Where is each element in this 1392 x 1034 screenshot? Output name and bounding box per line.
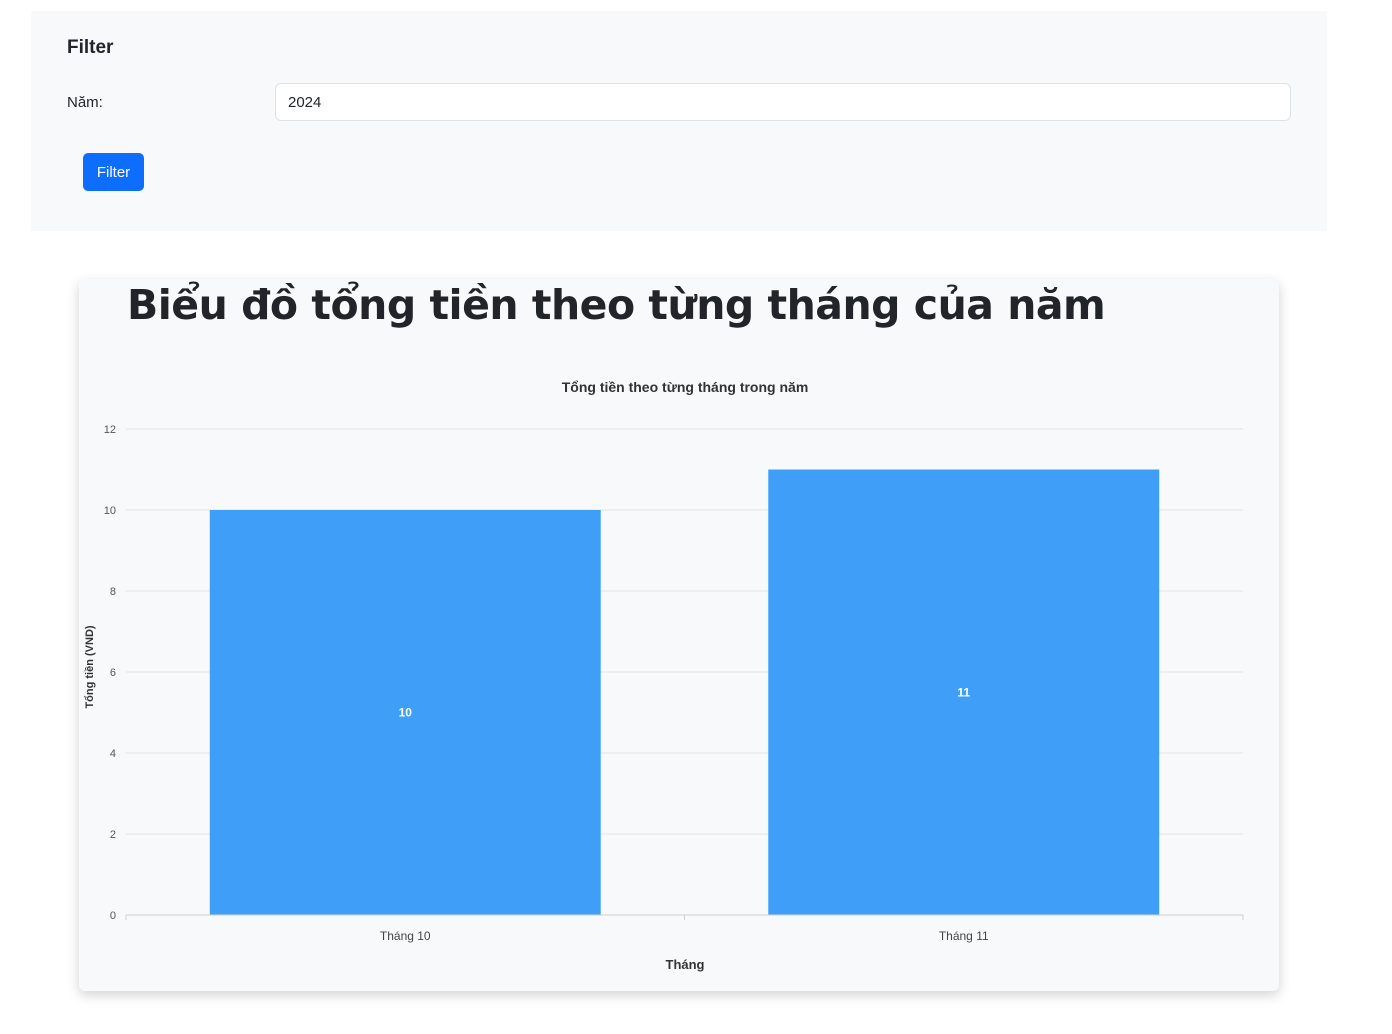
filter-button[interactable]: Filter [83, 153, 144, 191]
y-tick-label: 10 [104, 505, 116, 517]
chart-title: Tổng tiền theo từng tháng trong năm [562, 379, 809, 395]
data-label: 10 [399, 706, 413, 720]
bar-chart: 10 11 0 2 4 6 8 10 12 Tháng 10 Tháng 11 Tổng tiền… [84, 379, 1244, 972]
data-label: 11 [957, 685, 970, 699]
y-tick-label: 12 [104, 424, 116, 436]
year-label: Năm: [67, 94, 103, 111]
y-tick-label: 0 [110, 910, 116, 922]
y-tick-label: 2 [110, 829, 116, 841]
filter-panel: Filter Năm: Filter [31, 11, 1327, 231]
year-input[interactable] [275, 83, 1291, 121]
y-axis-title: Tổng tiền (VND) [84, 625, 96, 708]
chart-card: 10 11 0 2 4 6 8 10 12 Tháng 10 Tháng 11 Tổng tiền… [79, 279, 1279, 991]
filter-title: Filter [67, 37, 114, 58]
y-tick-label: 6 [110, 667, 116, 679]
x-tick-label: Tháng 11 [939, 929, 989, 943]
y-tick-label: 8 [110, 586, 116, 598]
x-tick-label: Tháng 10 [380, 929, 431, 943]
y-tick-label: 4 [110, 748, 116, 760]
chart-heading: Biểu đồ tổng tiền theo từng tháng của nă… [127, 281, 1106, 329]
x-axis-title: Tháng [666, 957, 705, 972]
